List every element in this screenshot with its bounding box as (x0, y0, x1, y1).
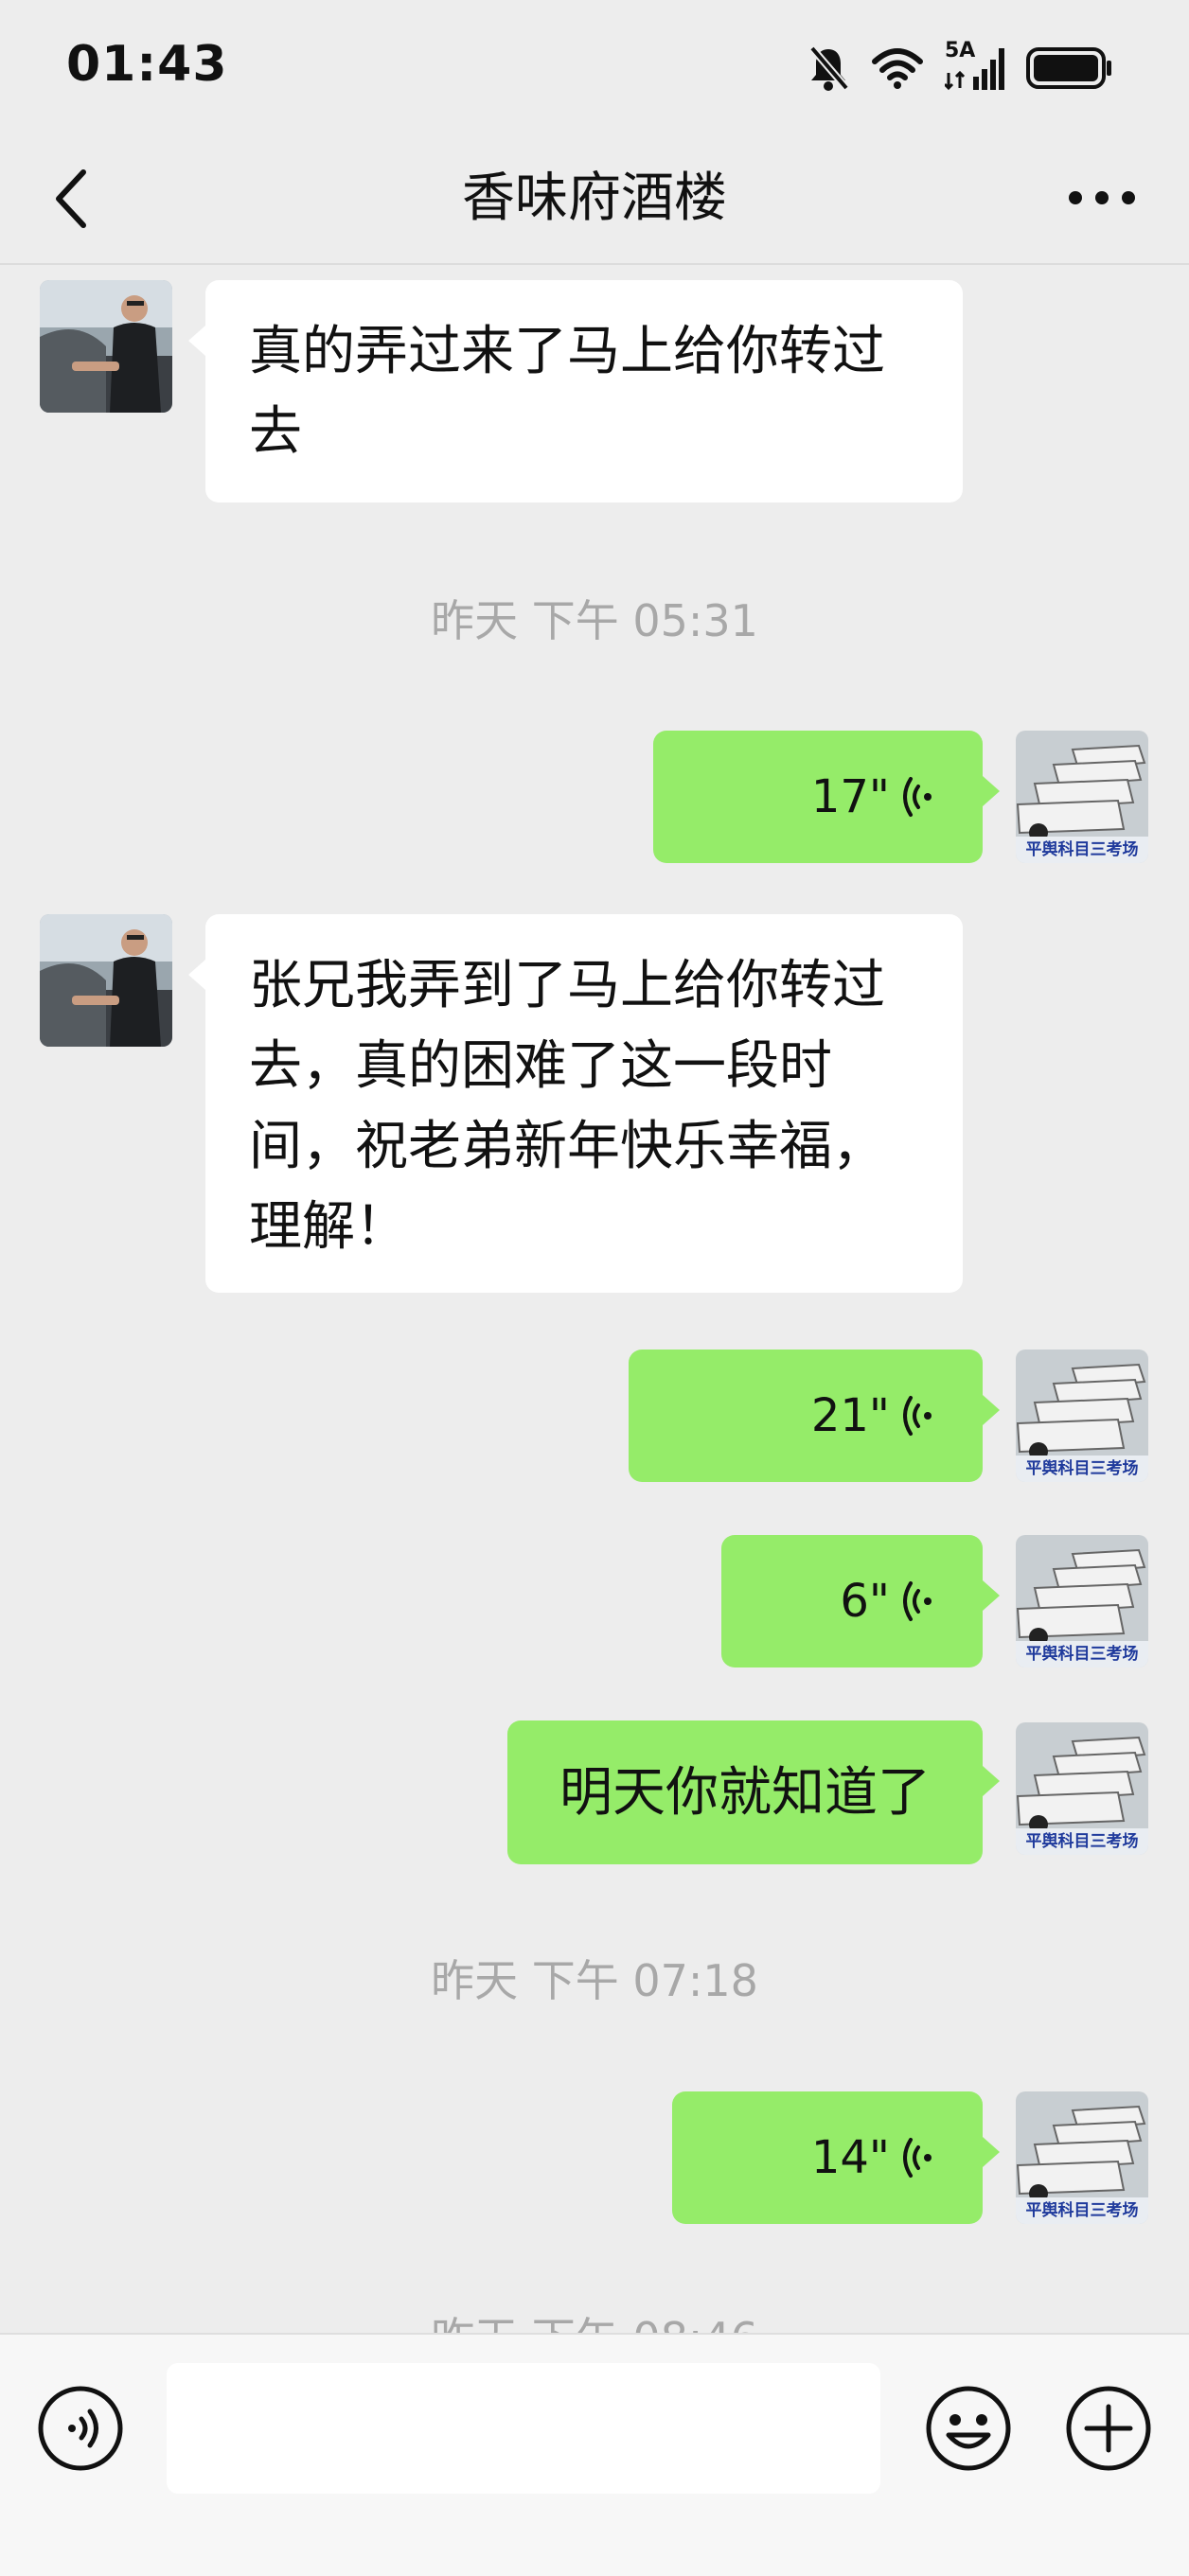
voice-wave-icon (903, 2138, 932, 2178)
nav-bar: 香味府酒楼 (0, 132, 1189, 265)
wifi-icon (872, 48, 923, 89)
voice-duration: 17" (810, 769, 890, 823)
message-timestamp: 昨天 下午 08:46 (0, 2304, 1189, 2333)
voice-input-icon (38, 2386, 123, 2471)
chat-area[interactable]: 真的弄过来了马上给你转过去 昨天 下午 05:31 平舆科目三考场 17" 张兄… (0, 265, 1189, 2333)
my-avatar[interactable]: 平舆科目三考场 (1016, 1350, 1148, 1482)
voice-message-bubble[interactable]: 14" (672, 2091, 1000, 2224)
my-avatar[interactable]: 平舆科目三考场 (1016, 1722, 1148, 1855)
avatar-caption: 平舆科目三考场 (1026, 2200, 1139, 2220)
battery-icon (1026, 47, 1111, 89)
status-time: 01:43 (66, 36, 228, 93)
message-input[interactable] (167, 2363, 880, 2494)
voice-wave-icon (903, 777, 932, 817)
message-text: 明天你就知道了 (559, 1761, 931, 1824)
message-text: 真的弄过来了马上给你转过去 (249, 321, 885, 463)
message-bubble-outgoing[interactable]: 明天你就知道了 (507, 1720, 1000, 1864)
chat-title: 香味府酒楼 (462, 168, 727, 229)
signal-icon: 5A (945, 39, 1005, 92)
my-avatar[interactable]: 平舆科目三考场 (1016, 1535, 1148, 1667)
avatar-caption: 平舆科目三考场 (1026, 1458, 1139, 1478)
voice-duration: 14" (810, 2130, 890, 2184)
more-icon (1069, 191, 1135, 204)
message-bubble-incoming[interactable]: 真的弄过来了马上给你转过去 (188, 280, 963, 503)
message-timestamp: 昨天 下午 07:18 (431, 1955, 758, 2006)
voice-message-bubble[interactable]: 21" (629, 1350, 1000, 1482)
avatar-caption: 平舆科目三考场 (1026, 1644, 1139, 1664)
my-avatar[interactable]: 平舆科目三考场 (1016, 731, 1148, 863)
contact-avatar[interactable] (40, 280, 172, 413)
message-bubble-incoming[interactable]: 张兄我弄到了马上给你转过去，真的困难了这一段时间，祝老弟新年快乐幸福，理解！ (188, 914, 963, 1293)
voice-input-button[interactable] (36, 2384, 125, 2473)
plus-icon (1066, 2386, 1151, 2471)
voice-message-bubble[interactable]: 17" (653, 731, 1000, 863)
emoji-icon (926, 2386, 1011, 2471)
voice-duration: 6" (840, 1574, 890, 1628)
voice-message-bubble[interactable]: 6" (721, 1535, 1000, 1667)
status-icons: 5A (807, 39, 1113, 95)
plus-button[interactable] (1064, 2384, 1153, 2473)
message-text: 张兄我弄到了马上给你转过去，真的困难了这一段时间，祝老弟新年快乐幸福，理解！ (249, 955, 885, 1258)
avatar-caption: 平舆科目三考场 (1026, 1831, 1139, 1851)
my-avatar[interactable]: 平舆科目三考场 (1016, 2091, 1148, 2224)
avatar-caption: 平舆科目三考场 (1026, 839, 1139, 859)
input-bar (0, 2333, 1189, 2576)
emoji-button[interactable] (924, 2384, 1013, 2473)
contact-avatar[interactable] (40, 914, 172, 1047)
voice-wave-icon (903, 1581, 932, 1621)
bell-off-icon (808, 45, 850, 91)
voice-wave-icon (903, 1396, 932, 1436)
message-timestamp: 昨天 下午 05:31 (431, 595, 758, 646)
status-bar: 01:43 5A (0, 0, 1189, 132)
voice-duration: 21" (810, 1388, 890, 1442)
more-button[interactable] (1064, 184, 1140, 212)
